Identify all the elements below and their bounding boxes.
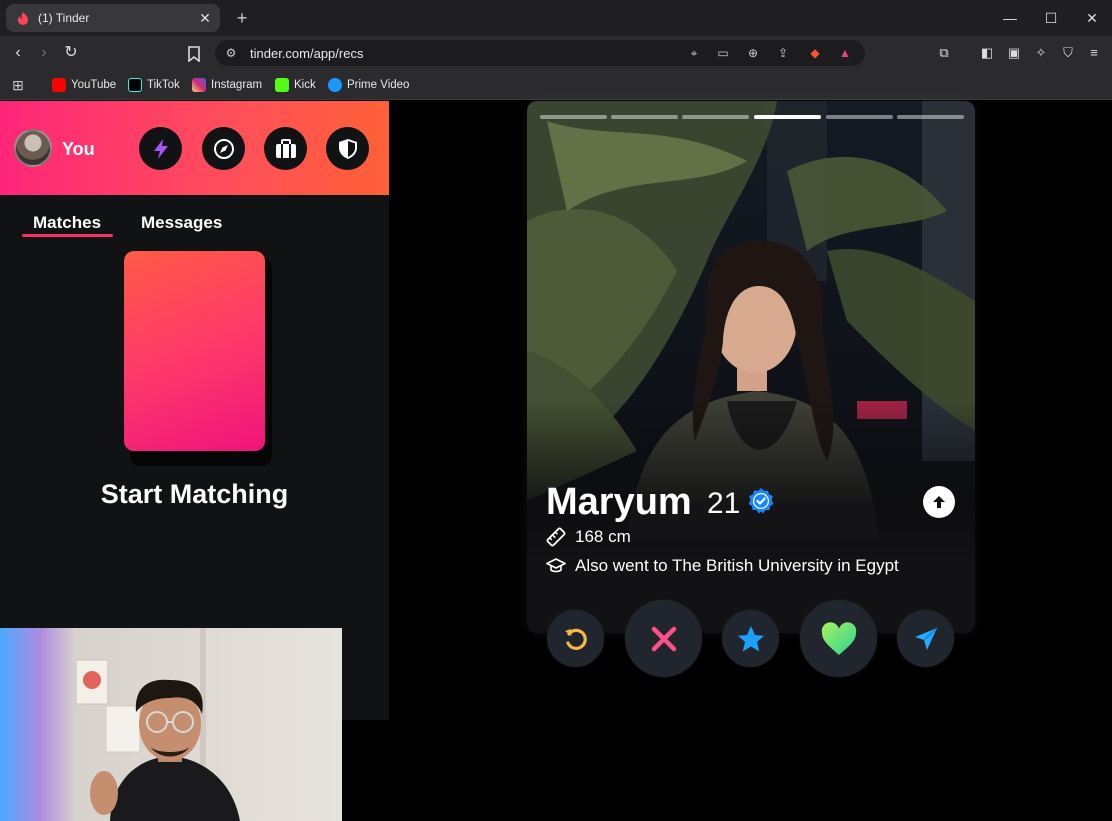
like-button[interactable] [800, 600, 877, 677]
webcam-person-image [0, 628, 342, 821]
ruler-icon [546, 527, 566, 547]
sidebar-header: You [0, 101, 389, 195]
bookmark-label: Prime Video [347, 79, 410, 91]
height-row: 168 cm [546, 527, 631, 547]
arrow-up-icon [933, 496, 945, 508]
rewind-button[interactable] [547, 610, 604, 667]
boost-icon [914, 626, 938, 650]
safety-shield-icon [338, 138, 357, 159]
boost-send-button[interactable] [897, 610, 954, 667]
rewind-icon [564, 628, 587, 650]
new-tab-icon[interactable]: + [232, 8, 252, 28]
passport-button[interactable] [264, 127, 307, 170]
bookmark-label: TikTok [147, 79, 180, 91]
open-profile-button[interactable] [923, 486, 955, 518]
profile-name: Maryum [546, 481, 692, 523]
tiktok-icon [128, 78, 142, 92]
share-icon[interactable]: ⇪ [775, 45, 791, 61]
reload-icon[interactable]: ↻ [61, 43, 81, 63]
school-row: Also went to The British University in E… [546, 556, 899, 576]
profile-label[interactable]: You [62, 139, 95, 160]
sidebar: You Matches Messages Start Matching [0, 101, 389, 821]
school-text: Also went to The British University in E… [575, 556, 899, 575]
bookmark-icon[interactable] [187, 46, 201, 62]
super-like-button[interactable] [722, 610, 779, 667]
profile-card[interactable]: Maryum 21 168 cm Also went to The Britis… [527, 101, 975, 633]
tab-matches[interactable]: Matches [33, 213, 101, 233]
verified-badge-icon[interactable] [747, 487, 775, 515]
height-text: 168 cm [575, 527, 631, 546]
minimize-icon[interactable]: — [1000, 8, 1020, 28]
safety-button[interactable] [326, 127, 369, 170]
avatar[interactable] [14, 129, 52, 167]
forward-icon[interactable]: › [34, 43, 54, 63]
address-bar[interactable]: ⚙ tinder.com/app/recs ⌖ ▭ ⊕ ⇪ ◆ ▲ [215, 40, 865, 66]
menu-icon[interactable]: ≡ [1084, 43, 1104, 63]
close-window-icon[interactable]: ✕ [1082, 8, 1102, 28]
zoom-icon[interactable]: ⊕ [745, 45, 761, 61]
browser-toolbar: ‹ › ↻ ⚙ tinder.com/app/recs ⌖ ▭ ⊕ ⇪ ◆ ▲ … [0, 36, 1112, 70]
brave-rewards-icon[interactable]: ▲ [837, 45, 853, 61]
kick-icon [275, 78, 289, 92]
tab-messages[interactable]: Messages [141, 213, 222, 233]
bookmark-instagram[interactable]: Instagram [192, 76, 262, 94]
vpn-icon[interactable]: ⛉ [1058, 43, 1078, 63]
passport-briefcase-icon [275, 138, 296, 158]
like-icon [821, 621, 856, 655]
bookmark-kick[interactable]: Kick [275, 76, 316, 94]
bookmark-prime-video[interactable]: Prime Video [328, 76, 409, 94]
graduation-cap-icon [546, 558, 566, 573]
brave-shields-icon[interactable]: ◆ [807, 45, 823, 61]
youtube-icon [52, 78, 66, 92]
bookmark-label: Kick [294, 79, 316, 91]
bookmark-tiktok[interactable]: TikTok [128, 76, 180, 94]
browser-tab[interactable]: (1) Tinder ✕ [6, 4, 220, 32]
url-text[interactable]: tinder.com/app/recs [250, 46, 363, 61]
bookmark-label: Instagram [211, 79, 263, 91]
sidebar-toggle-icon[interactable]: ◧ [977, 43, 997, 63]
instagram-icon [192, 78, 206, 92]
active-tab-indicator [22, 234, 113, 237]
boost-icon [153, 138, 168, 159]
cast-icon[interactable]: ▭ [715, 45, 731, 61]
nope-icon [651, 626, 676, 651]
empty-state-title: Start Matching [100, 479, 289, 509]
apps-grid-icon[interactable]: ⊞ [9, 76, 27, 94]
back-icon[interactable]: ‹ [8, 43, 28, 63]
profile-age: 21 [707, 487, 741, 520]
bookmark-youtube[interactable]: YouTube [52, 76, 116, 94]
super-like-icon [737, 625, 764, 651]
tinder-flame-icon [18, 12, 28, 25]
sidebar-tabs: Matches Messages [0, 195, 389, 243]
close-tab-icon[interactable]: ✕ [196, 9, 214, 27]
leo-ai-icon[interactable]: ✧ [1031, 43, 1051, 63]
site-settings-icon[interactable]: ⚙ [223, 45, 239, 61]
screenshot-icon[interactable]: ⧉ [934, 43, 954, 63]
bookmark-label: YouTube [71, 79, 117, 91]
explore-compass-icon [213, 138, 234, 159]
match-placeholder-card [124, 251, 265, 451]
wallet-icon[interactable]: ▣ [1004, 43, 1024, 63]
maximize-icon[interactable]: ☐ [1041, 8, 1061, 28]
bookmarks-bar: ⊞ YouTube TikTok Instagram Kick Prime Vi… [0, 70, 1112, 100]
boost-button[interactable] [139, 127, 182, 170]
nope-button[interactable] [625, 600, 702, 677]
explore-button[interactable] [202, 127, 245, 170]
webcam-overlay [0, 628, 342, 821]
tab-title: (1) Tinder [38, 11, 90, 25]
location-icon[interactable]: ⌖ [686, 45, 702, 61]
prime-video-icon [328, 78, 342, 92]
browser-tab-bar: (1) Tinder ✕ + — ☐ ✕ [0, 0, 1112, 36]
